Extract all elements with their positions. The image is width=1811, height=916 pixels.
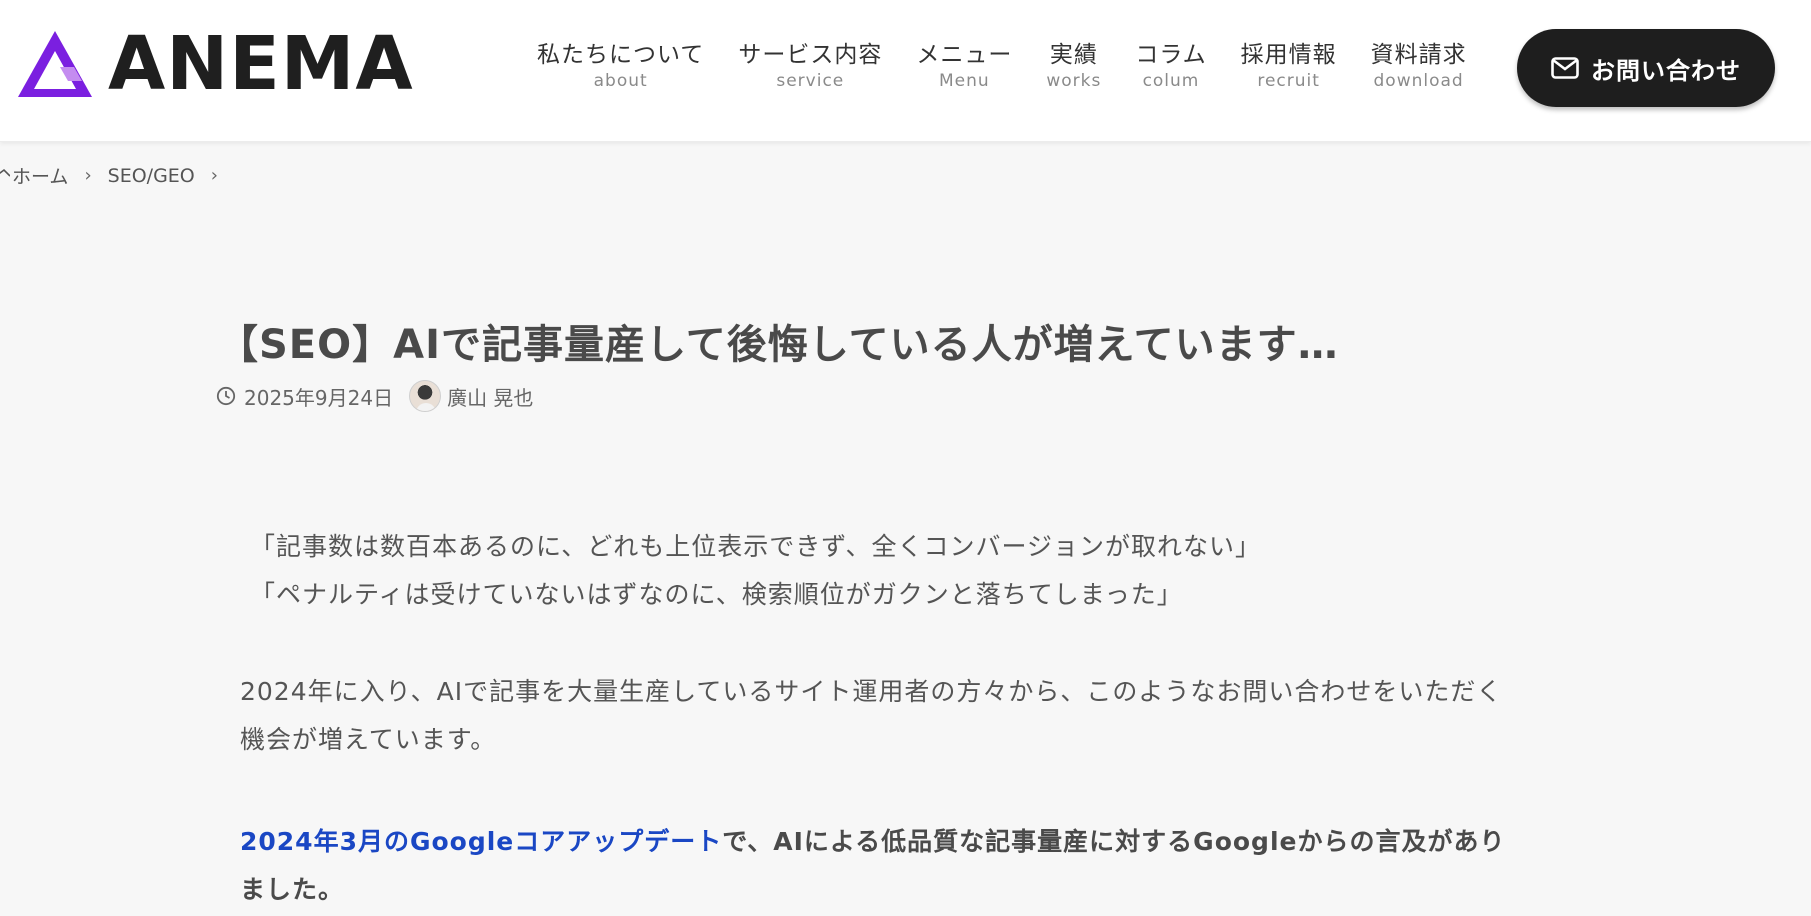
nav-label-en: Menu xyxy=(938,71,990,91)
quote-line: 「ペナルティは受けていないはずなのに、検索順位がガクンと落ちてしまった」 xyxy=(250,580,1183,609)
publish-date: 2025年9月24日 xyxy=(244,385,394,410)
nav-label-ja: 実績 xyxy=(1049,42,1098,68)
nav-label-en: colum xyxy=(1142,71,1200,91)
author-name[interactable]: 廣山 晃也 xyxy=(447,382,533,411)
article-body: 「記事数は数百本あるのに、どれも上位表示できず、全くコンバージョンが取れない」 … xyxy=(240,523,1520,904)
contact-button[interactable]: お問い合わせ xyxy=(1517,29,1775,107)
article-title: 【SEO】AIで記事量産して後悔している人が増えています… xyxy=(218,322,1339,368)
logo-mark-icon xyxy=(18,31,92,97)
breadcrumb-home-label: ホーム xyxy=(12,166,69,188)
nav-label-en: recruit xyxy=(1257,71,1320,91)
site-logo[interactable]: ANEMA xyxy=(16,21,414,107)
home-icon xyxy=(0,168,10,177)
article-meta: 2025年9月24日 廣山 晃也 xyxy=(216,380,533,412)
contact-button-label: お問い合わせ xyxy=(1591,56,1741,85)
intro-paragraph: 2024年に入り、AIで記事を大量生産しているサイト運用者の方々から、このような… xyxy=(240,677,1503,754)
nav-label-en: about xyxy=(593,71,648,91)
breadcrumb-category[interactable]: SEO/GEO xyxy=(108,165,195,187)
author-avatar xyxy=(409,380,442,412)
nav-item-service[interactable]: サービス内容 service xyxy=(738,40,882,92)
update-paragraph: 2024年3月のGoogleコアアップデートで、AIによる低品質な記事量産に対す… xyxy=(240,818,1520,914)
nav-item-colum[interactable]: コラム colum xyxy=(1135,40,1206,92)
nav-label-ja: サービス内容 xyxy=(738,42,883,68)
nav-label-ja: メニュー xyxy=(916,42,1013,68)
nav-item-about[interactable]: 私たちについて about xyxy=(537,40,704,92)
logo-text: ANEMA xyxy=(108,21,414,107)
nav-label-en: service xyxy=(776,71,845,91)
nav-item-works[interactable]: 実績 works xyxy=(1046,40,1101,92)
breadcrumb-separator: › xyxy=(210,165,218,186)
breadcrumb: ホーム › SEO/GEO › xyxy=(0,162,234,189)
site-header: ANEMA 私たちについて about サービス内容 service メニュー … xyxy=(0,0,1811,142)
nav-label-ja: 資料請求 xyxy=(1370,42,1467,68)
core-update-link[interactable]: 2024年3月のGoogleコアアップデート xyxy=(240,827,722,856)
clock-icon xyxy=(216,386,236,406)
nav-label-en: download xyxy=(1373,71,1464,91)
quote-line: 「記事数は数百本あるのに、どれも上位表示できず、全くコンバージョンが取れない」 xyxy=(250,532,1262,561)
nav-label-en: works xyxy=(1046,71,1102,91)
quote-block: 「記事数は数百本あるのに、どれも上位表示できず、全くコンバージョンが取れない」 … xyxy=(250,523,1520,619)
breadcrumb-separator: › xyxy=(84,165,92,186)
breadcrumb-category-label: SEO/GEO xyxy=(107,164,195,187)
breadcrumb-home[interactable]: ホーム xyxy=(0,162,68,189)
nav-label-ja: 採用情報 xyxy=(1240,42,1337,68)
nav-item-recruit[interactable]: 採用情報 recruit xyxy=(1241,40,1337,92)
nav-item-menu[interactable]: メニュー Menu xyxy=(916,40,1012,92)
nav-item-download[interactable]: 資料請求 download xyxy=(1371,40,1467,92)
nav-label-ja: 私たちについて xyxy=(537,42,705,68)
main-nav: 私たちについて about サービス内容 service メニュー Menu 実… xyxy=(520,40,1484,92)
mail-icon xyxy=(1551,57,1579,79)
nav-label-ja: コラム xyxy=(1135,42,1207,68)
